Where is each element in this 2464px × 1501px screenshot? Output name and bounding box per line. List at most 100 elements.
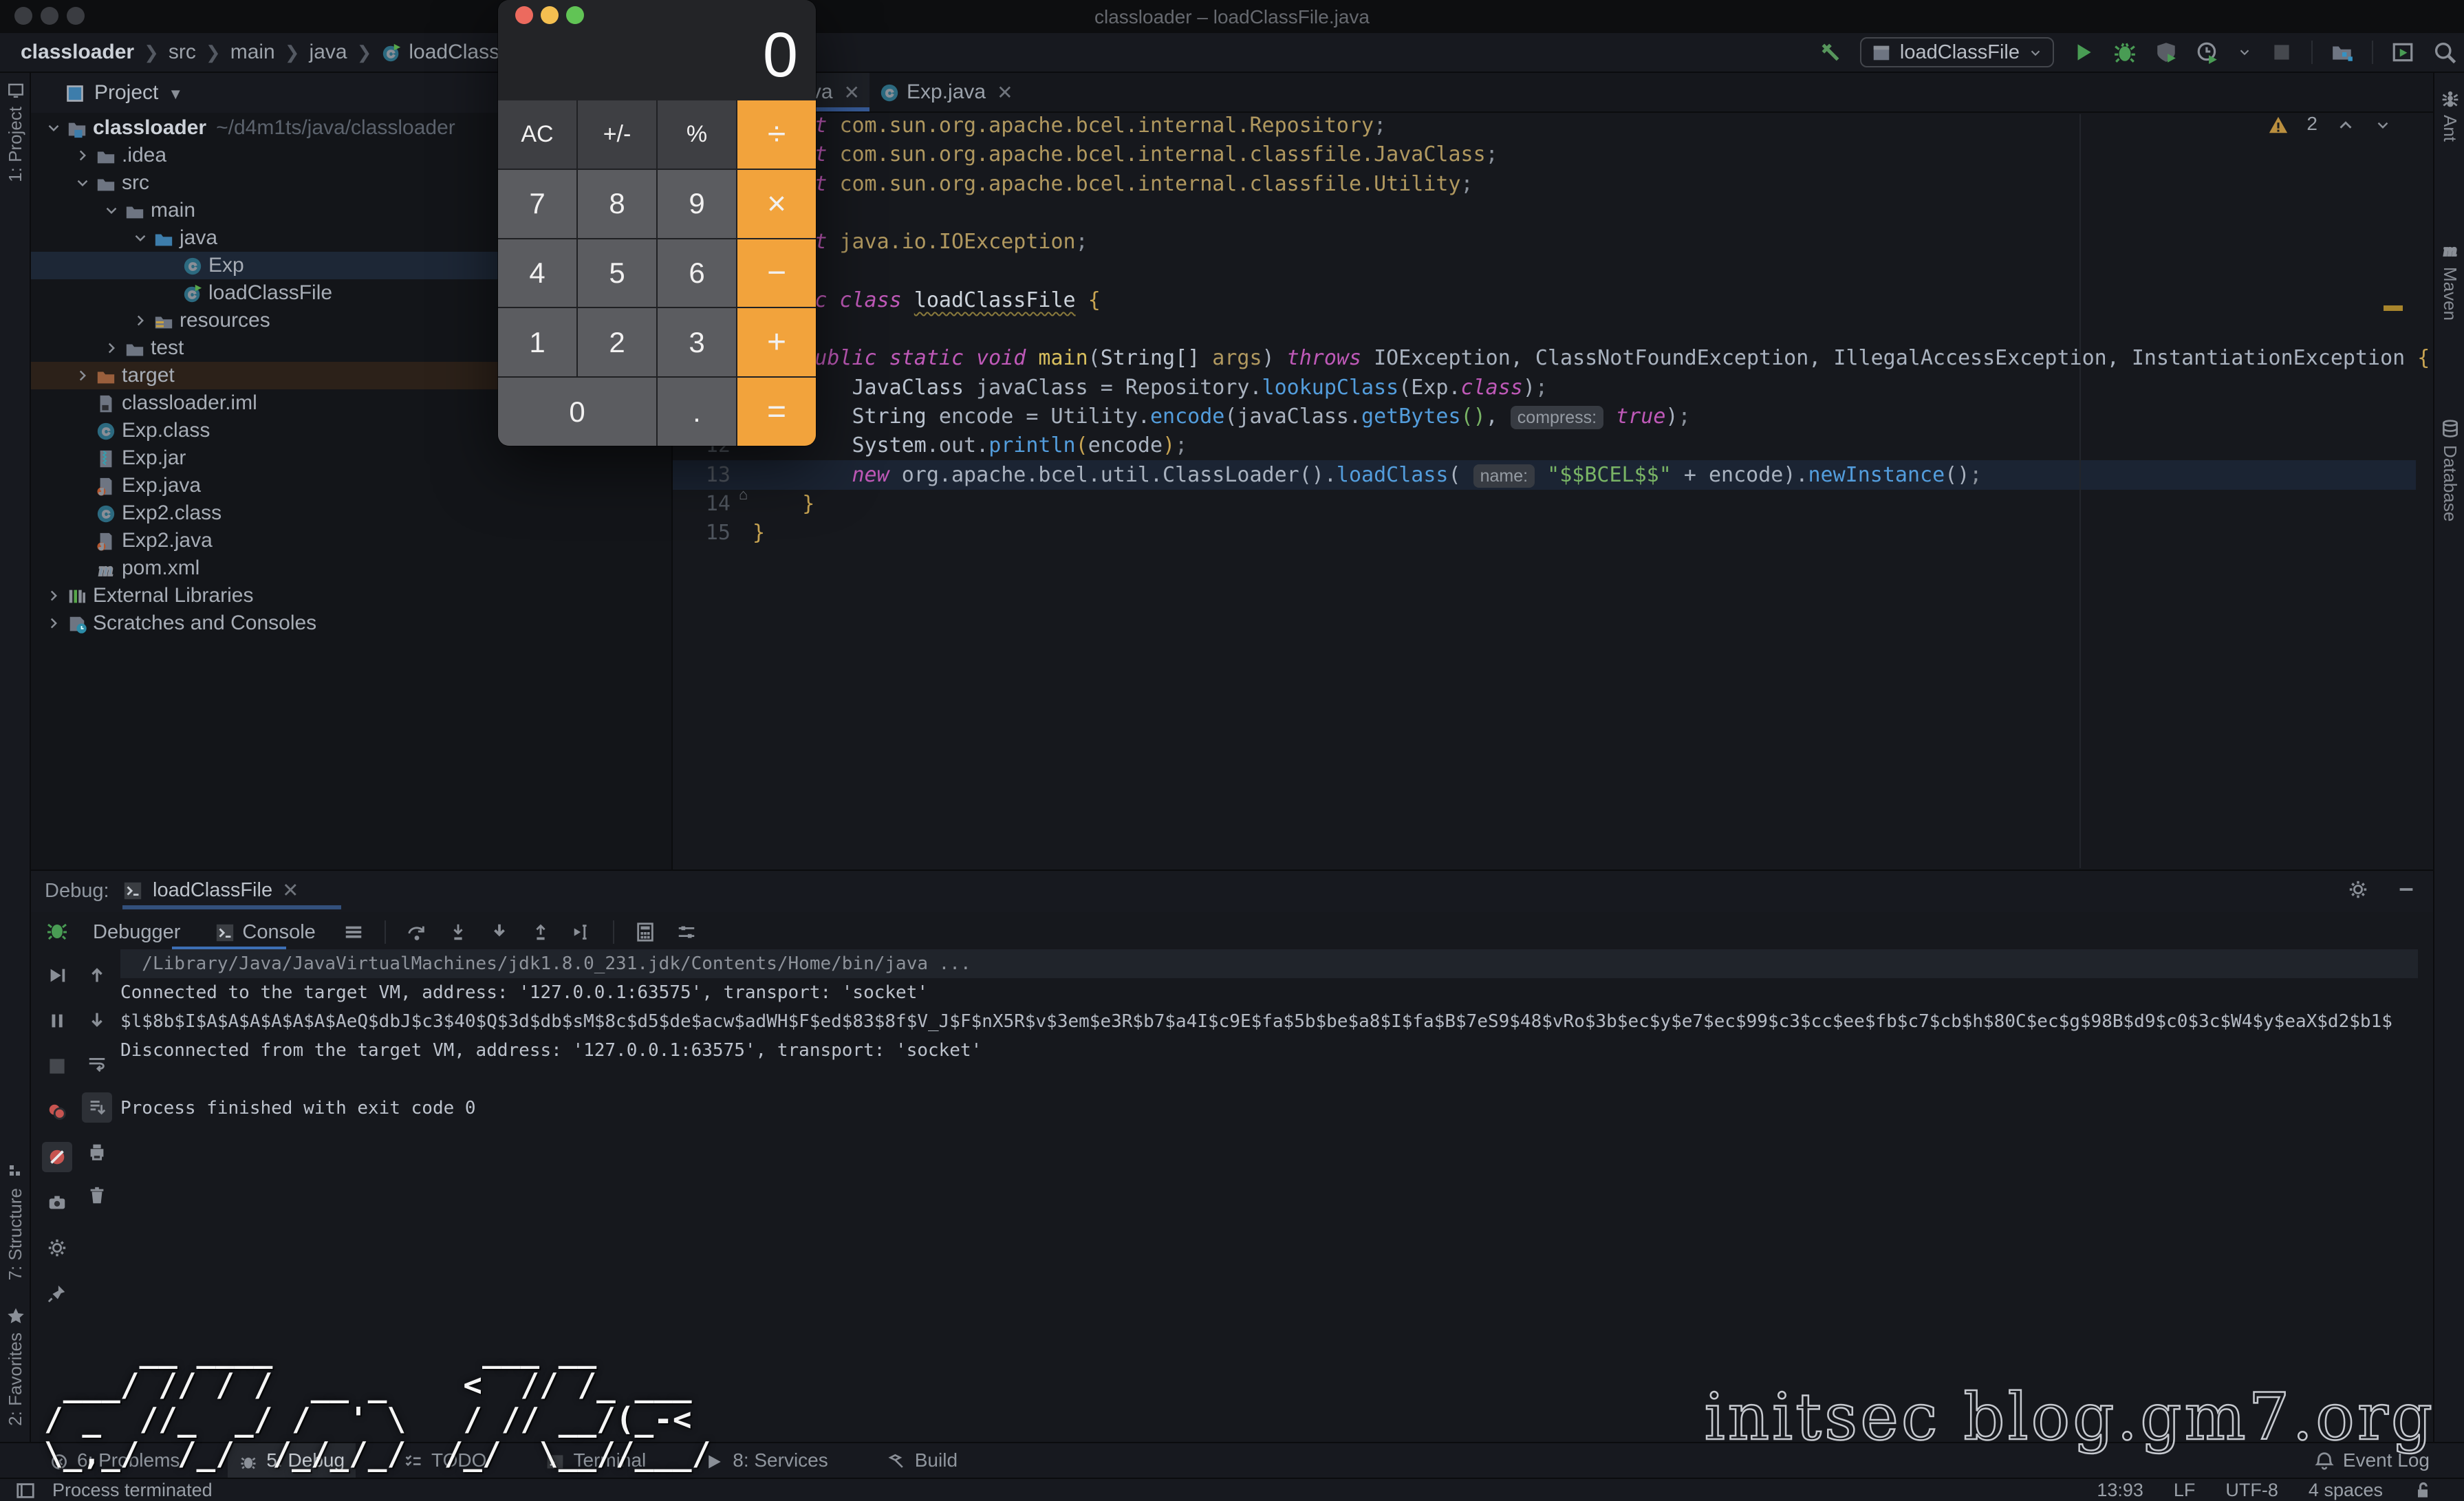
project-structure-icon[interactable] xyxy=(2331,41,2354,64)
coverage-icon[interactable] xyxy=(2154,41,2178,64)
thread-dump-icon[interactable] xyxy=(42,1187,72,1218)
tab-close-icon[interactable]: ✕ xyxy=(844,81,860,104)
calc-minimize-icon[interactable] xyxy=(541,6,559,24)
status-file-encoding[interactable]: UTF-8 xyxy=(2225,1480,2278,1501)
run-configuration-select[interactable]: loadClassFile xyxy=(1859,37,2054,67)
calc-button-%[interactable]: % xyxy=(658,100,736,169)
force-step-into-icon[interactable] xyxy=(489,922,510,942)
calc-button-3[interactable]: 3 xyxy=(658,308,736,377)
chevron-down-icon[interactable] xyxy=(43,119,64,137)
tab-close-icon[interactable]: ✕ xyxy=(282,878,299,903)
chevron-right-icon[interactable] xyxy=(72,367,93,385)
debug-console[interactable]: /Library/Java/JavaVirtualMachines/jdk1.8… xyxy=(120,949,2418,1123)
breadcrumb-item[interactable]: java xyxy=(310,41,347,64)
view-breakpoints-icon[interactable] xyxy=(42,1097,72,1127)
tree-row[interactable]: C Exp2.class xyxy=(31,499,671,527)
sidebar-item-7-structure[interactable]: 7: Structure xyxy=(0,1160,31,1280)
fold-marker-icon[interactable]: ⌂ xyxy=(739,486,748,504)
sidebar-item-maven[interactable]: m Maven xyxy=(2434,238,2464,321)
profiler-icon[interactable] xyxy=(2196,41,2219,64)
tree-row[interactable]: J Exp.java xyxy=(31,472,671,499)
chevron-right-icon[interactable] xyxy=(130,312,151,330)
chevron-down-icon[interactable] xyxy=(72,174,93,192)
tree-row[interactable]: m pom.xml xyxy=(31,554,671,582)
mute-breakpoints-icon[interactable] xyxy=(42,1142,72,1172)
chevron-up-icon[interactable] xyxy=(2335,113,2356,136)
calc-close-icon[interactable] xyxy=(515,6,533,24)
scroll-to-end-icon[interactable] xyxy=(82,1092,112,1123)
debug-icon[interactable] xyxy=(2113,41,2137,64)
debug-session-tab[interactable]: loadClassFile ✕ xyxy=(122,871,299,909)
tab-expjava[interactable]: C Exp.java ✕ xyxy=(869,73,1013,111)
hamburger-icon[interactable] xyxy=(343,922,364,942)
gear-icon[interactable] xyxy=(42,1233,72,1263)
sidebar-item-2-favorites[interactable]: 2: Favorites xyxy=(0,1304,31,1426)
code-view[interactable]: import com.sun.org.apache.bcel.internal.… xyxy=(753,111,2430,548)
calc-button-AC[interactable]: AC xyxy=(498,100,576,169)
status-indent-size[interactable]: 4 spaces xyxy=(2309,1480,2383,1501)
run-to-cursor-icon[interactable] xyxy=(572,922,592,942)
tree-row[interactable]: Scratches and Consoles xyxy=(31,609,671,637)
tree-row[interactable]: External Libraries xyxy=(31,582,671,609)
down-stack-icon[interactable] xyxy=(82,1004,112,1035)
print-icon[interactable] xyxy=(82,1136,112,1167)
view-tab-console[interactable]: Console xyxy=(208,921,322,944)
pin-icon[interactable] xyxy=(42,1278,72,1308)
lock-icon[interactable] xyxy=(2413,1480,2432,1501)
build-hammer-icon[interactable] xyxy=(1819,41,1842,64)
breadcrumb-item[interactable]: main xyxy=(230,41,275,64)
chevron-right-icon[interactable] xyxy=(72,147,93,164)
status-caret-position[interactable]: 13:93 xyxy=(2097,1480,2143,1501)
sidebar-item-database[interactable]: Database xyxy=(2434,417,2464,521)
breadcrumb-item[interactable]: src xyxy=(169,41,196,64)
pause-icon[interactable] xyxy=(42,1006,72,1036)
status-line-separator[interactable]: LF xyxy=(2174,1480,2196,1501)
run-icon[interactable] xyxy=(2072,41,2095,64)
toolwindow-button-build[interactable]: Build xyxy=(876,1443,969,1478)
calc-zoom-icon[interactable] xyxy=(566,6,584,24)
chevron-right-icon[interactable] xyxy=(101,339,122,357)
sidebar-item-1-project[interactable]: 1: Project xyxy=(0,78,31,182)
search-icon[interactable] xyxy=(2432,40,2457,65)
sidebar-item-ant[interactable]: Ant xyxy=(2434,87,2464,142)
tree-row[interactable]: J Exp2.java xyxy=(31,527,671,554)
profiler-chevron-icon[interactable] xyxy=(2237,45,2252,60)
calc-button-0[interactable]: 0 xyxy=(498,378,656,446)
stop-icon[interactable] xyxy=(42,1051,72,1081)
soft-wrap-icon[interactable] xyxy=(82,1048,112,1079)
step-out-icon[interactable] xyxy=(530,922,551,942)
chevron-down-icon[interactable] xyxy=(130,229,151,247)
run-window-icon[interactable] xyxy=(2391,41,2414,64)
calc-button-9[interactable]: 9 xyxy=(658,169,736,238)
stop-icon[interactable] xyxy=(2270,41,2293,64)
chevron-down-icon[interactable]: ▼ xyxy=(168,81,183,105)
calc-button-7[interactable]: 7 xyxy=(498,169,576,238)
chevron-right-icon[interactable] xyxy=(43,587,64,605)
calculator-window[interactable]: 0 AC +/-% ÷ 7 8 9 × 4 5 6− 1 2 3 +0. = xyxy=(498,0,816,446)
calc-button-8[interactable]: 8 xyxy=(578,169,656,238)
resume-icon[interactable] xyxy=(42,960,72,991)
evaluate-icon[interactable] xyxy=(635,922,656,942)
toolwindow-button-8-services[interactable]: 8: Services xyxy=(694,1443,839,1478)
editor-area[interactable]: CloadClassFile.java✕ CExp.java✕ 12345678… xyxy=(671,73,2433,870)
calc-button-2[interactable]: 2 xyxy=(578,308,656,377)
chevron-right-icon[interactable] xyxy=(43,614,64,632)
calc-button-+[interactable]: + xyxy=(737,308,816,377)
up-stack-icon[interactable] xyxy=(82,960,112,991)
toolwindow-toggle-icon[interactable] xyxy=(15,1479,36,1501)
gear-icon[interactable] xyxy=(2348,879,2368,900)
calc-button-+/-[interactable]: +/- xyxy=(578,100,656,169)
calc-button-.[interactable]: . xyxy=(658,378,736,446)
scrollbar-warning-mark[interactable] xyxy=(2384,305,2403,311)
chevron-down-icon[interactable] xyxy=(101,202,122,219)
calc-button-×[interactable]: × xyxy=(737,169,816,238)
calc-button-5[interactable]: 5 xyxy=(578,239,656,307)
calculator-titlebar[interactable]: 0 xyxy=(498,0,816,100)
step-into-icon[interactable] xyxy=(448,922,468,942)
hide-icon[interactable] xyxy=(2396,879,2417,900)
step-over-icon[interactable] xyxy=(407,922,427,942)
calc-button-=[interactable]: = xyxy=(737,378,816,446)
tab-close-icon[interactable]: ✕ xyxy=(997,81,1013,104)
clear-icon[interactable] xyxy=(82,1180,112,1211)
calc-button-4[interactable]: 4 xyxy=(498,239,576,307)
